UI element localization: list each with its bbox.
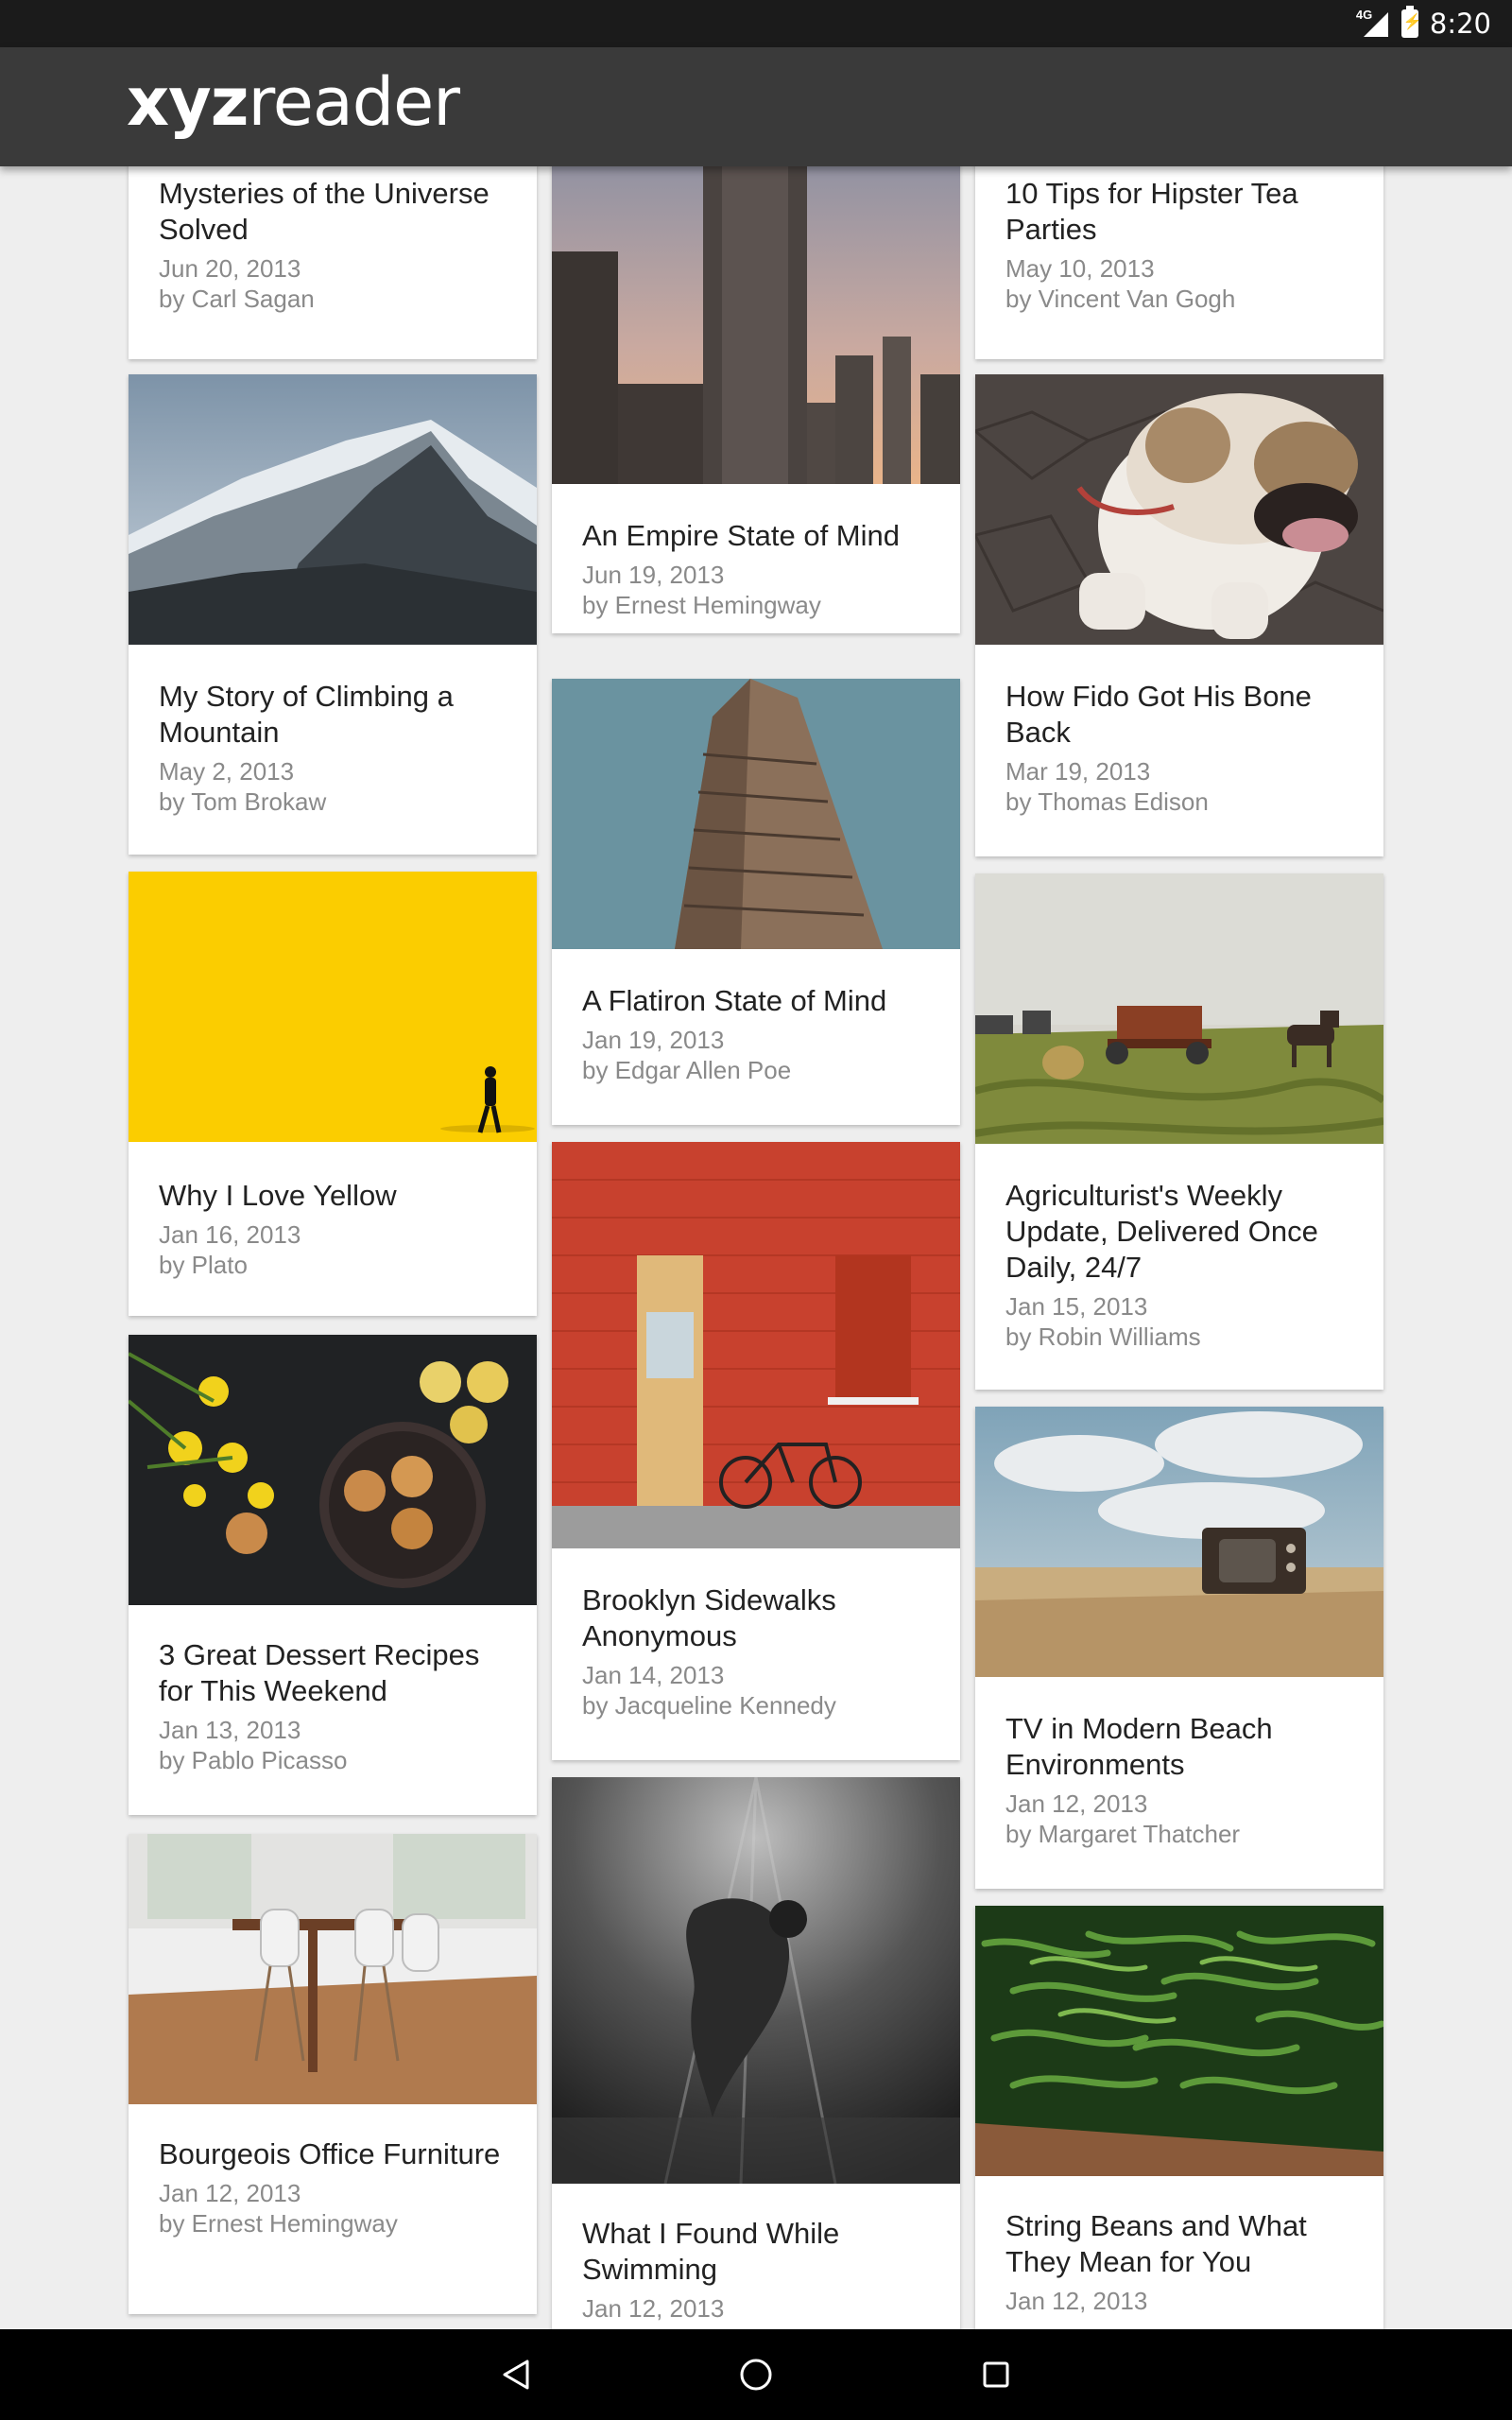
- article-card[interactable]: What I Found While Swimming Jan 12, 2013: [552, 1777, 960, 2329]
- article-author: by Ernest Hemingway: [582, 591, 821, 619]
- article-date: Mar 19, 2013: [1005, 757, 1151, 786]
- article-card[interactable]: Mysteries of the Universe Solved Jun 20,…: [129, 166, 537, 359]
- article-thumbnail: [129, 1335, 537, 1605]
- article-date: May 2, 2013: [159, 757, 295, 786]
- article-author: by Pablo Picasso: [159, 1746, 348, 1774]
- article-title: Agriculturist's Weekly Update, Delivered…: [1005, 1179, 1318, 1284]
- clock: 8:20: [1429, 8, 1491, 40]
- article-date: Jan 13, 2013: [159, 1716, 301, 1744]
- article-date: Jan 12, 2013: [159, 2179, 301, 2207]
- navigation-bar: [0, 2329, 1512, 2420]
- article-author: by Margaret Thatcher: [1005, 1820, 1241, 1848]
- article-thumbnail: [975, 873, 1383, 1144]
- article-card[interactable]: Why I Love Yellow Jan 16, 2013 by Plato: [129, 872, 537, 1316]
- logo-light-part: reader: [248, 63, 460, 141]
- article-title: Bourgeois Office Furniture: [159, 2137, 501, 2170]
- article-author: by Jacqueline Kennedy: [582, 1691, 836, 1720]
- article-date: Jan 12, 2013: [582, 2294, 725, 2323]
- article-date: Jan 19, 2013: [582, 1026, 725, 1054]
- status-bar: 4G 8:20: [0, 0, 1512, 47]
- article-author: by Tom Brokaw: [159, 787, 327, 816]
- back-icon[interactable]: [488, 2346, 544, 2403]
- article-date: Jun 19, 2013: [582, 561, 725, 589]
- battery-charging-icon: [1400, 6, 1422, 38]
- article-author: by Ernest Hemingway: [159, 2209, 398, 2238]
- network-type: 4G: [1355, 8, 1373, 22]
- article-title: A Flatiron State of Mind: [582, 984, 887, 1017]
- article-title: String Beans and What They Mean for You: [1005, 2209, 1307, 2278]
- home-icon[interactable]: [728, 2346, 784, 2403]
- article-card[interactable]: My Story of Climbing a Mountain May 2, 2…: [129, 374, 537, 855]
- article-title: How Fido Got His Bone Back: [1005, 680, 1312, 749]
- article-thumbnail: [552, 679, 960, 949]
- article-card[interactable]: A Flatiron State of Mind Jan 19, 2013 by…: [552, 679, 960, 1125]
- article-title: 10 Tips for Hipster Tea Parties: [1005, 177, 1298, 246]
- article-date: Jan 12, 2013: [1005, 1789, 1148, 1818]
- app-logo: xyzreader: [127, 63, 460, 141]
- article-author: by Edgar Allen Poe: [582, 1056, 792, 1084]
- signal-icon: 4G: [1355, 8, 1390, 39]
- article-grid[interactable]: Mysteries of the Universe Solved Jun 20,…: [0, 166, 1512, 2329]
- article-thumbnail: [975, 1407, 1383, 1677]
- article-date: May 10, 2013: [1005, 254, 1155, 283]
- article-date: Jun 20, 2013: [159, 254, 301, 283]
- article-title: Brooklyn Sidewalks Anonymous: [582, 1583, 836, 1652]
- article-card[interactable]: Brooklyn Sidewalks Anonymous Jan 14, 201…: [552, 1142, 960, 1760]
- article-author: by Vincent Van Gogh: [1005, 285, 1236, 313]
- article-title: My Story of Climbing a Mountain: [159, 680, 454, 749]
- article-thumbnail: [552, 1142, 960, 1548]
- app-bar: xyzreader: [0, 47, 1512, 166]
- article-card[interactable]: TV in Modern Beach Environments Jan 12, …: [975, 1407, 1383, 1889]
- article-author: by Plato: [159, 1251, 248, 1279]
- article-card[interactable]: An Empire State of Mind Jun 19, 2013 by …: [552, 166, 960, 633]
- article-title: An Empire State of Mind: [582, 519, 900, 552]
- article-title: TV in Modern Beach Environments: [1005, 1712, 1273, 1781]
- article-title: What I Found While Swimming: [582, 2217, 840, 2286]
- article-card[interactable]: Agriculturist's Weekly Update, Delivered…: [975, 873, 1383, 1390]
- article-title: Why I Love Yellow: [159, 1179, 397, 1212]
- article-author: by Thomas Edison: [1005, 787, 1209, 816]
- article-title: Mysteries of the Universe Solved: [159, 177, 490, 246]
- article-thumbnail: [975, 374, 1383, 645]
- article-thumbnail: [129, 872, 537, 1142]
- article-card[interactable]: 3 Great Dessert Recipes for This Weekend…: [129, 1335, 537, 1815]
- article-thumbnail: [552, 166, 960, 484]
- logo-bold-part: xyz: [127, 63, 249, 141]
- article-thumbnail: [975, 1906, 1383, 2176]
- article-date: Jan 16, 2013: [159, 1220, 301, 1249]
- article-card[interactable]: String Beans and What They Mean for You …: [975, 1906, 1383, 2329]
- article-date: Jan 15, 2013: [1005, 1292, 1148, 1321]
- article-card[interactable]: Bourgeois Office Furniture Jan 12, 2013 …: [129, 1834, 537, 2314]
- article-card[interactable]: How Fido Got His Bone Back Mar 19, 2013 …: [975, 374, 1383, 856]
- article-author: by Carl Sagan: [159, 285, 315, 313]
- article-thumbnail: [129, 1834, 537, 2104]
- article-thumbnail: [129, 374, 537, 645]
- article-title: 3 Great Dessert Recipes for This Weekend: [159, 1638, 480, 1707]
- article-date: Jan 12, 2013: [1005, 2287, 1148, 2315]
- article-author: by Robin Williams: [1005, 1322, 1201, 1351]
- article-thumbnail: [552, 1777, 960, 2184]
- article-card[interactable]: 10 Tips for Hipster Tea Parties May 10, …: [975, 166, 1383, 359]
- article-date: Jan 14, 2013: [582, 1661, 725, 1689]
- recents-icon[interactable]: [968, 2346, 1024, 2403]
